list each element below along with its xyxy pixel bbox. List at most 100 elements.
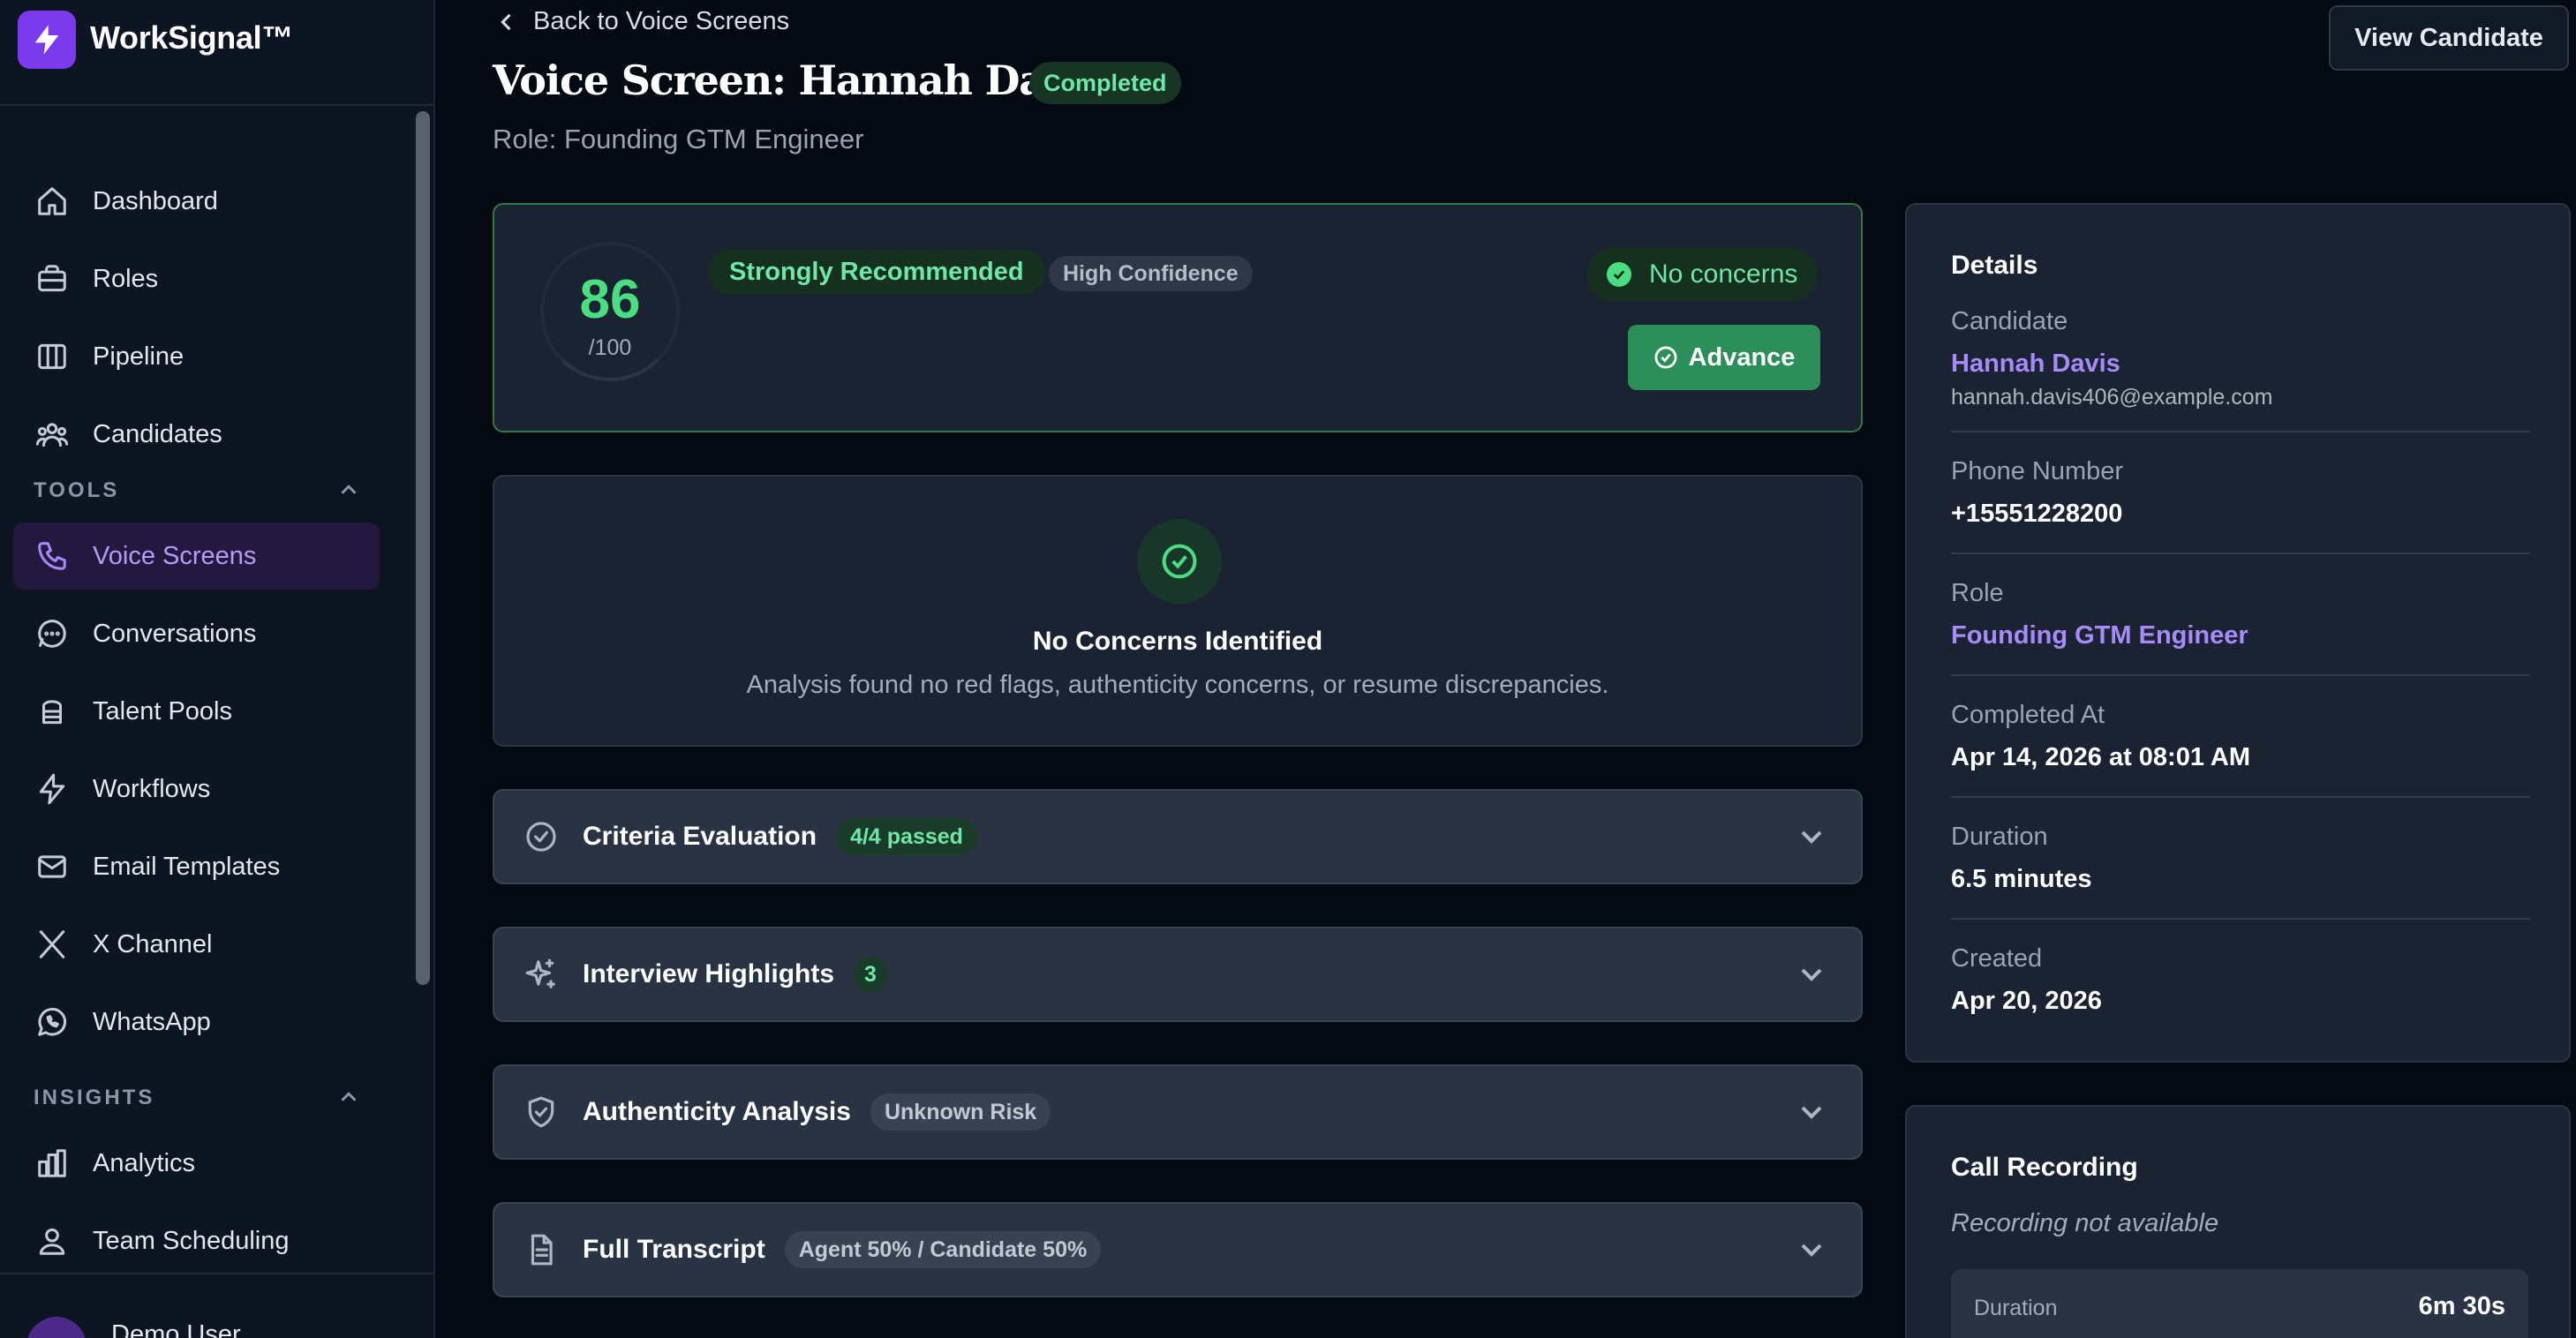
sidebar-item-dashboard[interactable]: Dashboard [13,168,380,235]
lightning-logo-icon[interactable] [18,11,76,69]
check-circle-icon [1607,262,1631,287]
score-out-of: /100 [588,335,632,360]
section-label-insights: INSIGHTS [34,1086,155,1109]
call-recording-panel: Call Recording Recording not available D… [1905,1105,2571,1338]
sidebar-item-talent-pools[interactable]: Talent Pools [13,678,380,745]
recording-status: Recording not available [1951,1209,2219,1237]
chevron-down-icon[interactable] [1794,1094,1829,1130]
sidebar-item-workflows[interactable]: Workflows [13,755,380,823]
divider [1951,552,2530,554]
zap-icon [34,771,70,807]
chevron-down-icon[interactable] [1794,1232,1829,1267]
duration-value: 6.5 minutes [1951,865,2092,893]
avatar[interactable] [26,1317,87,1338]
chevron-down-icon[interactable] [1794,957,1829,992]
back-link[interactable]: Back to Voice Screens [494,7,789,36]
talk-ratio-badge: Agent 50% / Candidate 50% [784,1231,1102,1268]
phone-label: Phone Number [1951,457,2124,485]
sidebar-item-voice-screens[interactable]: Voice Screens [13,522,380,590]
advance-label: Advance [1688,342,1796,372]
sidebar-item-analytics[interactable]: Analytics [13,1130,380,1197]
brand-name[interactable]: WorkSignal™ [90,19,293,56]
section-label-tools: TOOLS [34,478,120,502]
candidate-name-link[interactable]: Hannah Davis [1951,350,2120,379]
shield-check-circle-icon [1137,519,1222,604]
chevron-down-icon[interactable] [1794,819,1829,854]
sidebar-item-candidates[interactable]: Candidates [13,401,380,468]
sidebar: WorkSignal™ Dashboard Roles Pipeline Can… [0,0,435,1338]
divider [1951,431,2530,432]
sidebar-item-label: Candidates [93,419,222,448]
sidebar-nav: Dashboard Roles Pipeline Candidates TOOL… [0,106,411,1273]
bar-chart-icon [34,1146,70,1181]
sidebar-item-label: Talent Pools [93,696,232,725]
page-title: Voice Screen: Hannah Davis [493,56,1104,104]
file-text-icon [524,1232,560,1267]
sidebar-item-roles[interactable]: Roles [13,245,380,312]
sidebar-item-email-templates[interactable]: Email Templates [13,833,380,900]
concerns-title: No Concerns Identified [1032,627,1323,656]
app-root: WorkSignal™ Dashboard Roles Pipeline Can… [0,0,2576,1338]
database-icon [34,694,70,729]
highlights-count-badge: 3 [854,956,887,993]
sidebar-item-whatsapp[interactable]: WhatsApp [13,988,380,1056]
advance-button[interactable]: Advance [1628,325,1820,390]
chevron-up-icon[interactable] [335,1084,362,1110]
created-value: Apr 20, 2026 [1951,987,2102,1015]
accordion-interview-highlights[interactable]: Interview Highlights 3 [493,927,1863,1022]
sidebar-item-team-scheduling[interactable]: Team Scheduling [13,1207,380,1273]
x-logo-icon [34,927,70,962]
sidebar-item-label: X Channel [93,929,213,958]
accordion-authenticity-analysis[interactable]: Authenticity Analysis Unknown Risk [493,1064,1863,1160]
chevron-left-icon [501,13,511,30]
completed-value: Apr 14, 2026 at 08:01 AM [1951,743,2251,771]
back-link-label: Back to Voice Screens [533,7,790,35]
divider [1951,674,2530,676]
concerns-card: No Concerns Identified Analysis found no… [493,475,1863,747]
briefcase-icon [34,261,70,297]
phone-value: +15551228200 [1951,500,2123,528]
view-candidate-button[interactable]: View Candidate [2329,5,2569,71]
accordion-criteria-evaluation[interactable]: Criteria Evaluation 4/4 passed [493,789,1863,884]
user-name: Demo User [111,1320,241,1338]
sidebar-item-label: Pipeline [93,342,185,371]
columns-icon [34,339,70,374]
criteria-passed-badge: 4/4 passed [836,818,977,855]
home-icon [34,184,70,219]
duration-label: Duration [1951,823,2048,851]
divider [1951,918,2530,920]
concerns-description: Analysis found no red flags, authenticit… [746,671,1609,699]
check-circle-icon [1654,346,1677,369]
accordion-full-transcript[interactable]: Full Transcript Agent 50% / Candidate 50… [493,1202,1863,1297]
sidebar-item-label: Conversations [93,619,257,648]
sidebar-item-x-channel[interactable]: X Channel [13,911,380,978]
shield-check-icon [524,1094,560,1130]
sidebar-item-conversations[interactable]: Conversations [13,600,380,667]
score-value: 86 [579,269,641,330]
candidate-label: Candidate [1951,307,2068,335]
role-label: Role [1951,579,2004,607]
recommendation-badge: Strongly Recommended [708,249,1045,295]
sidebar-item-label: Team Scheduling [93,1226,290,1255]
role-subtitle: Role: Founding GTM Engineer [493,124,864,154]
user-group-icon [34,1223,70,1259]
check-circle-icon [524,819,560,854]
accordion-title: Interview Highlights [583,959,835,988]
sparkles-icon [524,957,560,992]
risk-badge: Unknown Risk [870,1094,1051,1131]
recording-duration-label: Duration [1974,1296,2058,1320]
sidebar-item-label: Workflows [93,774,211,803]
score-card: 86 /100 Strongly Recommended High Confid… [493,203,1863,432]
sidebar-item-pipeline[interactable]: Pipeline [13,323,380,390]
chevron-up-icon[interactable] [335,477,362,503]
candidate-email: hannah.davis406@example.com [1951,385,2273,410]
user-footer[interactable]: Demo User [0,1273,433,1338]
phone-icon [34,538,70,574]
sidebar-item-label: Voice Screens [93,541,257,570]
sidebar-scrollbar-thumb[interactable] [416,111,430,985]
accordion-title: Authenticity Analysis [583,1097,851,1126]
details-heading: Details [1951,251,2038,280]
accordion-title: Criteria Evaluation [583,822,817,851]
details-panel: Details Candidate Hannah Davis hannah.da… [1905,203,2571,1063]
role-link[interactable]: Founding GTM Engineer [1951,621,2248,650]
